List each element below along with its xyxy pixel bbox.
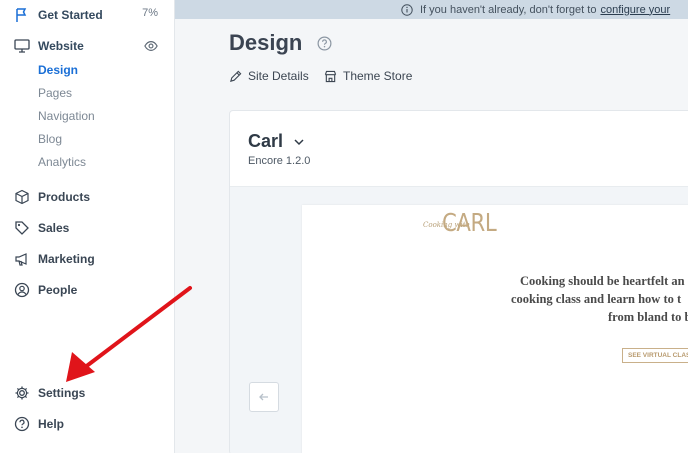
sidebar-item-help[interactable]: Help	[14, 413, 64, 435]
notice-banner: If you haven't already, don't forget to …	[175, 0, 688, 19]
sidebar-item-label: Products	[38, 190, 91, 204]
preview-hero-line: cooking class and learn how to t	[511, 292, 682, 306]
theme-preview-area: Cooking with CARL Cooking should be hear…	[230, 187, 688, 453]
theme-version: Encore 1.2.0	[248, 155, 311, 167]
sidebar-item-settings[interactable]: Settings	[14, 382, 85, 404]
pencil-icon	[230, 70, 242, 82]
preview-hero-line: from bland to b	[608, 310, 688, 324]
sidebar-item-label: Website	[38, 39, 84, 53]
theme-selector[interactable]: Carl	[248, 131, 305, 152]
page-title: Design	[229, 30, 303, 55]
sidebar-item-label: Get Started	[38, 8, 103, 22]
theme-preview: Cooking with CARL Cooking should be hear…	[302, 205, 688, 453]
theme-store-label: Theme Store	[343, 69, 413, 83]
theme-store-link[interactable]: Theme Store	[324, 69, 412, 83]
site-details-label: Site Details	[248, 69, 309, 83]
theme-card-header: Carl Encore 1.2.0	[230, 111, 688, 187]
help-icon	[14, 416, 30, 432]
sidebar-subitem-pages[interactable]: Pages	[38, 85, 72, 101]
arrow-left-icon	[259, 393, 268, 401]
banner-text: If you haven't already, don't forget to	[420, 3, 597, 16]
info-icon	[401, 3, 413, 16]
eye-icon[interactable]	[144, 39, 158, 58]
sidebar-item-label: Settings	[38, 386, 86, 400]
sidebar-item-website[interactable]: Website	[14, 35, 84, 57]
sidebar-subitem-blog[interactable]: Blog	[38, 131, 62, 147]
sidebar-item-label: Help	[38, 417, 65, 431]
preview-cta-button: SEE VIRTUAL CLASSE	[622, 348, 688, 363]
site-details-link[interactable]: Site Details	[229, 69, 309, 83]
sidebar-item-label: Sales	[38, 221, 70, 235]
user-circle-icon	[14, 282, 30, 298]
preview-logo: CARL	[442, 208, 497, 237]
monitor-icon	[14, 38, 30, 54]
sidebar: Get Started 7% Website Design Pages Navi…	[0, 0, 175, 453]
sidebar-item-sales[interactable]: Sales	[14, 217, 69, 239]
banner-link[interactable]: configure your	[600, 4, 670, 16]
previous-button[interactable]	[249, 382, 279, 412]
sidebar-item-marketing[interactable]: Marketing	[14, 248, 95, 270]
sidebar-item-get-started[interactable]: Get Started	[14, 4, 103, 26]
theme-card: Carl Encore 1.2.0 Cooking with CARL Cook…	[229, 110, 688, 453]
sidebar-subitem-navigation[interactable]: Navigation	[38, 108, 95, 124]
chevron-down-icon	[294, 138, 304, 145]
sidebar-item-products[interactable]: Products	[14, 186, 90, 208]
gear-icon	[14, 385, 30, 401]
megaphone-icon	[14, 251, 30, 267]
tag-icon	[14, 220, 30, 236]
sidebar-item-label: People	[38, 283, 78, 297]
theme-name: Carl	[248, 131, 284, 151]
store-icon	[324, 70, 337, 82]
preview-hero-line: Cooking should be heartfelt an	[520, 274, 685, 288]
help-icon[interactable]	[317, 36, 332, 51]
sidebar-subitem-design[interactable]: Design	[38, 62, 78, 78]
flag-icon	[14, 7, 30, 23]
sidebar-item-people[interactable]: People	[14, 279, 77, 301]
progress-percent: 7%	[142, 7, 158, 19]
sidebar-item-label: Marketing	[38, 252, 95, 266]
box-icon	[14, 189, 30, 205]
sidebar-subitem-analytics[interactable]: Analytics	[38, 154, 86, 170]
